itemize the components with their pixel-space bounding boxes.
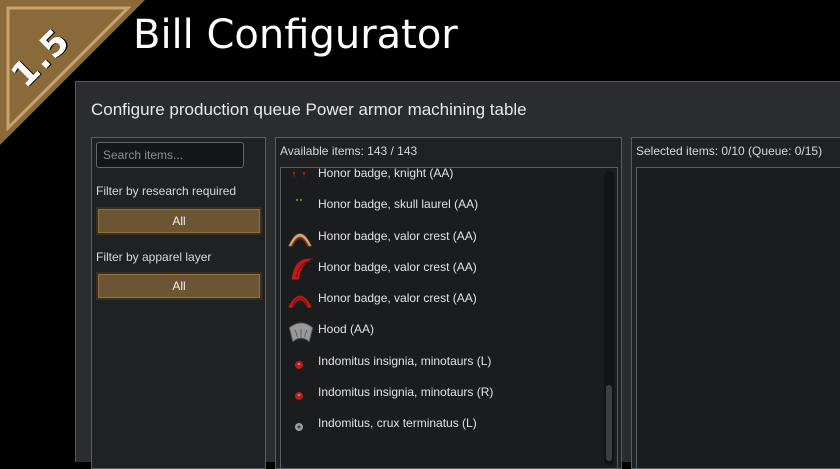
list-item-label: Honor badge, skull laurel (AA) [318, 197, 479, 212]
list-item-label: Honor badge, knight (AA) [318, 167, 454, 180]
available-items-header: Available items: 143 / 143 [280, 144, 418, 158]
apparel-layer-filter-label: Filter by apparel layer [96, 250, 212, 264]
honor-badge-valor-crest-icon [287, 232, 313, 247]
app-title: Bill Configurator [133, 12, 458, 58]
search-placeholder: Search items... [103, 148, 184, 162]
selected-items-panel: Selected items: 0/10 (Queue: 0/15) [631, 137, 840, 469]
list-item[interactable]: Indomitus insignia, minotaurs (R) [281, 377, 601, 408]
apparel-layer-filter-button[interactable]: All [96, 272, 262, 300]
minotaurs-insignia-icon [295, 360, 303, 369]
list-item[interactable]: Honor badge, skull laurel (AA) [281, 189, 601, 220]
available-items-panel: Available items: 143 / 143 Honor badge, … [275, 137, 622, 469]
list-item-label: Hood (AA) [318, 322, 375, 337]
list-item[interactable]: Indomitus, crux terminatus (L) [281, 408, 601, 439]
honor-badge-skull-laurel-icon [295, 199, 303, 202]
list-item-label: Indomitus insignia, minotaurs (R) [318, 385, 494, 400]
selected-items-header: Selected items: 0/10 (Queue: 0/15) [636, 144, 823, 158]
list-item[interactable]: Honor badge, valor crest (AA) [281, 221, 601, 252]
research-filter-button[interactable]: All [96, 207, 262, 235]
search-input[interactable]: Search items... [96, 142, 244, 168]
list-scrollbar[interactable] [604, 171, 614, 465]
honor-badge-valor-crest-icon [288, 295, 312, 308]
scrollbar-thumb[interactable] [606, 385, 612, 461]
crux-terminatus-icon [295, 423, 303, 432]
list-item[interactable]: Hood (AA) [281, 314, 601, 345]
honor-badge-knight-icon [293, 172, 305, 178]
honor-badge-valor-crest-icon [291, 258, 313, 280]
list-item[interactable]: Honor badge, knight (AA) [281, 167, 601, 189]
list-item-label: Honor badge, valor crest (AA) [318, 259, 477, 274]
minotaurs-insignia-icon [295, 392, 303, 401]
research-filter-label: Filter by research required [96, 184, 237, 198]
list-item-label: Honor badge, valor crest (AA) [318, 291, 477, 306]
list-item-label: Honor badge, valor crest (AA) [318, 228, 477, 243]
available-items-list[interactable]: Honor badge, knight (AA) Honor badge, sk… [280, 167, 618, 469]
list-item[interactable]: Honor badge, valor crest (AA) [281, 283, 601, 314]
list-item-label: Indomitus insignia, minotaurs (L) [318, 353, 492, 368]
list-item[interactable]: Honor badge, valor crest (AA) [281, 252, 601, 283]
selected-items-list[interactable] [636, 167, 840, 469]
list-item-label: Indomitus, crux terminatus (L) [318, 416, 477, 431]
filter-panel: Search items... Filter by research requi… [91, 137, 266, 469]
bill-configurator-window: Configure production queue Power armor m… [75, 81, 840, 469]
list-item[interactable]: Indomitus insignia, minotaurs (L) [281, 346, 601, 377]
window-title: Configure production queue Power armor m… [91, 100, 527, 119]
hood-icon [288, 323, 314, 343]
